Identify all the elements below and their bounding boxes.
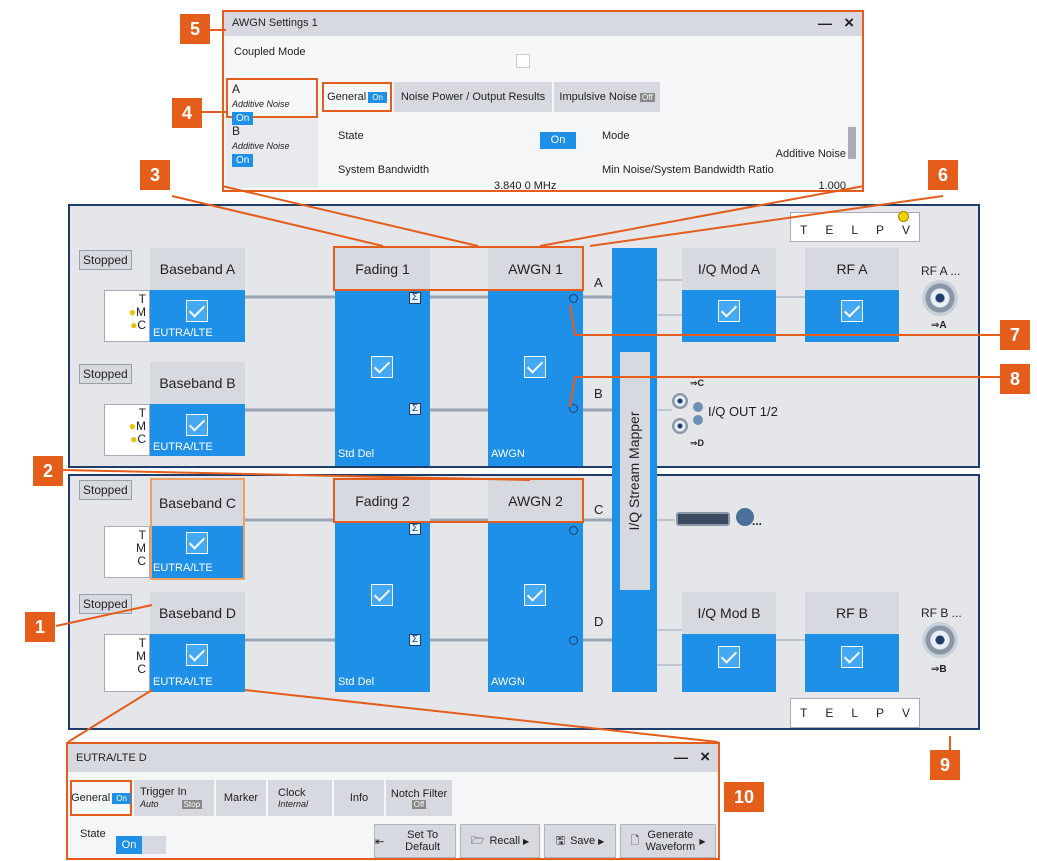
state-label: State xyxy=(80,828,106,840)
tab-info[interactable]: Info xyxy=(334,780,384,816)
save-button[interactable]: 🖫 Save ▶ xyxy=(544,824,616,858)
chevron-right-icon: ▶ xyxy=(523,836,530,846)
tab-general[interactable]: General On xyxy=(70,780,132,816)
document-icon: 🗋 xyxy=(630,834,640,847)
callout-7: 7 xyxy=(1000,320,1030,350)
generate-waveform-button[interactable]: 🗋 Generate Waveform ▶ xyxy=(620,824,716,858)
callout-5: 5 xyxy=(180,14,210,44)
state-toggle[interactable]: On xyxy=(116,836,166,854)
callout-10: 10 xyxy=(724,782,764,812)
tab-clock[interactable]: Clock Internal xyxy=(268,780,332,816)
callout-1: 1 xyxy=(25,612,55,642)
callout-lines xyxy=(55,29,1000,750)
callout-9: 9 xyxy=(930,750,960,780)
dialog-title: EUTRA/LTE D xyxy=(68,744,718,772)
tab-trigger-in[interactable]: Trigger In Auto Stop xyxy=(134,780,214,816)
eutra-dialog: EUTRA/LTE D — × General On Trigger In Auto… xyxy=(66,742,720,860)
callout-4: 4 xyxy=(172,98,202,128)
set-to-default-button[interactable]: ⇤ Set To Default xyxy=(374,824,456,858)
folder-icon: 🗁 xyxy=(470,834,485,847)
callout-6: 6 xyxy=(928,160,958,190)
chevron-right-icon: ▶ xyxy=(598,836,605,846)
close-button[interactable]: × xyxy=(700,747,710,767)
set-default-icon: ⇤ xyxy=(375,835,385,848)
recall-button[interactable]: 🗁 Recall ▶ xyxy=(460,824,540,858)
minimize-button[interactable]: — xyxy=(674,749,688,765)
callout-2: 2 xyxy=(33,456,63,486)
callout-8: 8 xyxy=(1000,364,1030,394)
tab-notch-filter[interactable]: Notch Filter Off xyxy=(386,780,452,816)
tab-marker[interactable]: Marker xyxy=(216,780,266,816)
chevron-right-icon: ▶ xyxy=(699,836,706,846)
save-icon: 🖫 xyxy=(555,834,566,847)
callout-3: 3 xyxy=(140,160,170,190)
